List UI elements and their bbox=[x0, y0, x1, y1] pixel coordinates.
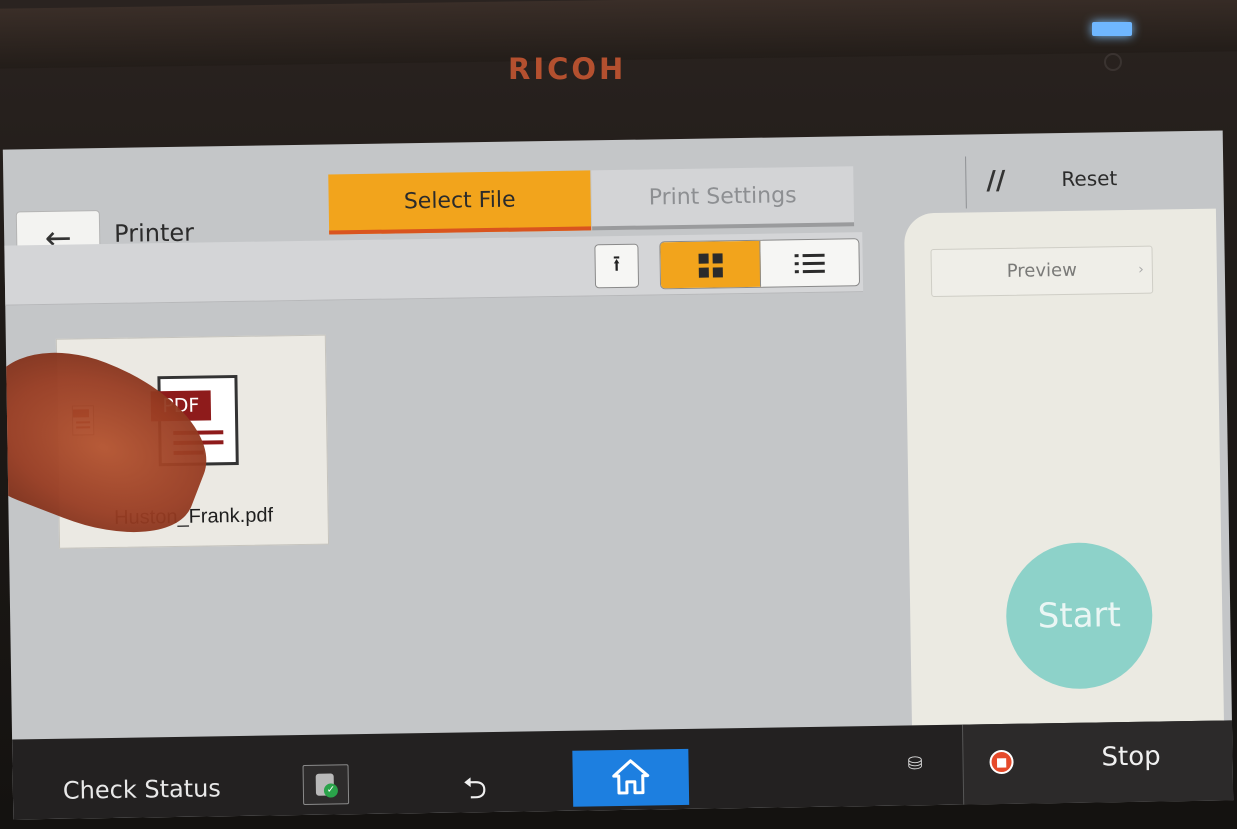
grid-view-button[interactable] bbox=[660, 240, 762, 290]
tab-print-settings[interactable]: Print Settings bbox=[591, 166, 855, 231]
return-icon[interactable]: ⮌ bbox=[463, 766, 488, 817]
check-icon: ✓ bbox=[323, 783, 339, 798]
go-to-top-button[interactable]: ⭱ bbox=[594, 243, 640, 289]
reset-icon: // bbox=[986, 165, 1006, 197]
usb-media-button[interactable]: ✓ bbox=[302, 764, 350, 805]
touch-screen: ☾ ← Printer Select File Print Settings /… bbox=[2, 130, 1234, 820]
stop-button[interactable]: ■ Stop bbox=[961, 720, 1234, 805]
chevron-right-icon: › bbox=[1138, 261, 1144, 278]
status-led bbox=[1092, 22, 1132, 36]
file-toolbar: ⭱ bbox=[4, 232, 864, 306]
home-icon bbox=[612, 759, 650, 795]
stop-icon: ■ bbox=[989, 749, 1014, 775]
brand-logo: RICOH bbox=[508, 52, 627, 86]
upload-top-icon: ⭱ bbox=[612, 251, 621, 278]
power-button[interactable] bbox=[1104, 53, 1122, 71]
check-status-button[interactable]: Check Status bbox=[63, 774, 221, 804]
grid-icon bbox=[698, 253, 723, 278]
view-mode-toggle bbox=[659, 238, 861, 290]
list-view-button[interactable] bbox=[760, 239, 860, 289]
reset-button[interactable]: // Reset bbox=[965, 152, 1206, 209]
reset-label: Reset bbox=[1061, 166, 1118, 191]
storage-icon: ⛁ bbox=[907, 753, 923, 775]
stop-label: Stop bbox=[1101, 741, 1161, 773]
start-button[interactable]: Start bbox=[1005, 541, 1154, 690]
action-panel: Preview › Start bbox=[903, 208, 1224, 726]
list-icon bbox=[794, 253, 825, 274]
home-button[interactable] bbox=[572, 748, 690, 807]
tab-select-file[interactable]: Select File bbox=[328, 170, 592, 235]
preview-button[interactable]: Preview › bbox=[930, 245, 1154, 298]
preview-label: Preview bbox=[1006, 259, 1078, 282]
